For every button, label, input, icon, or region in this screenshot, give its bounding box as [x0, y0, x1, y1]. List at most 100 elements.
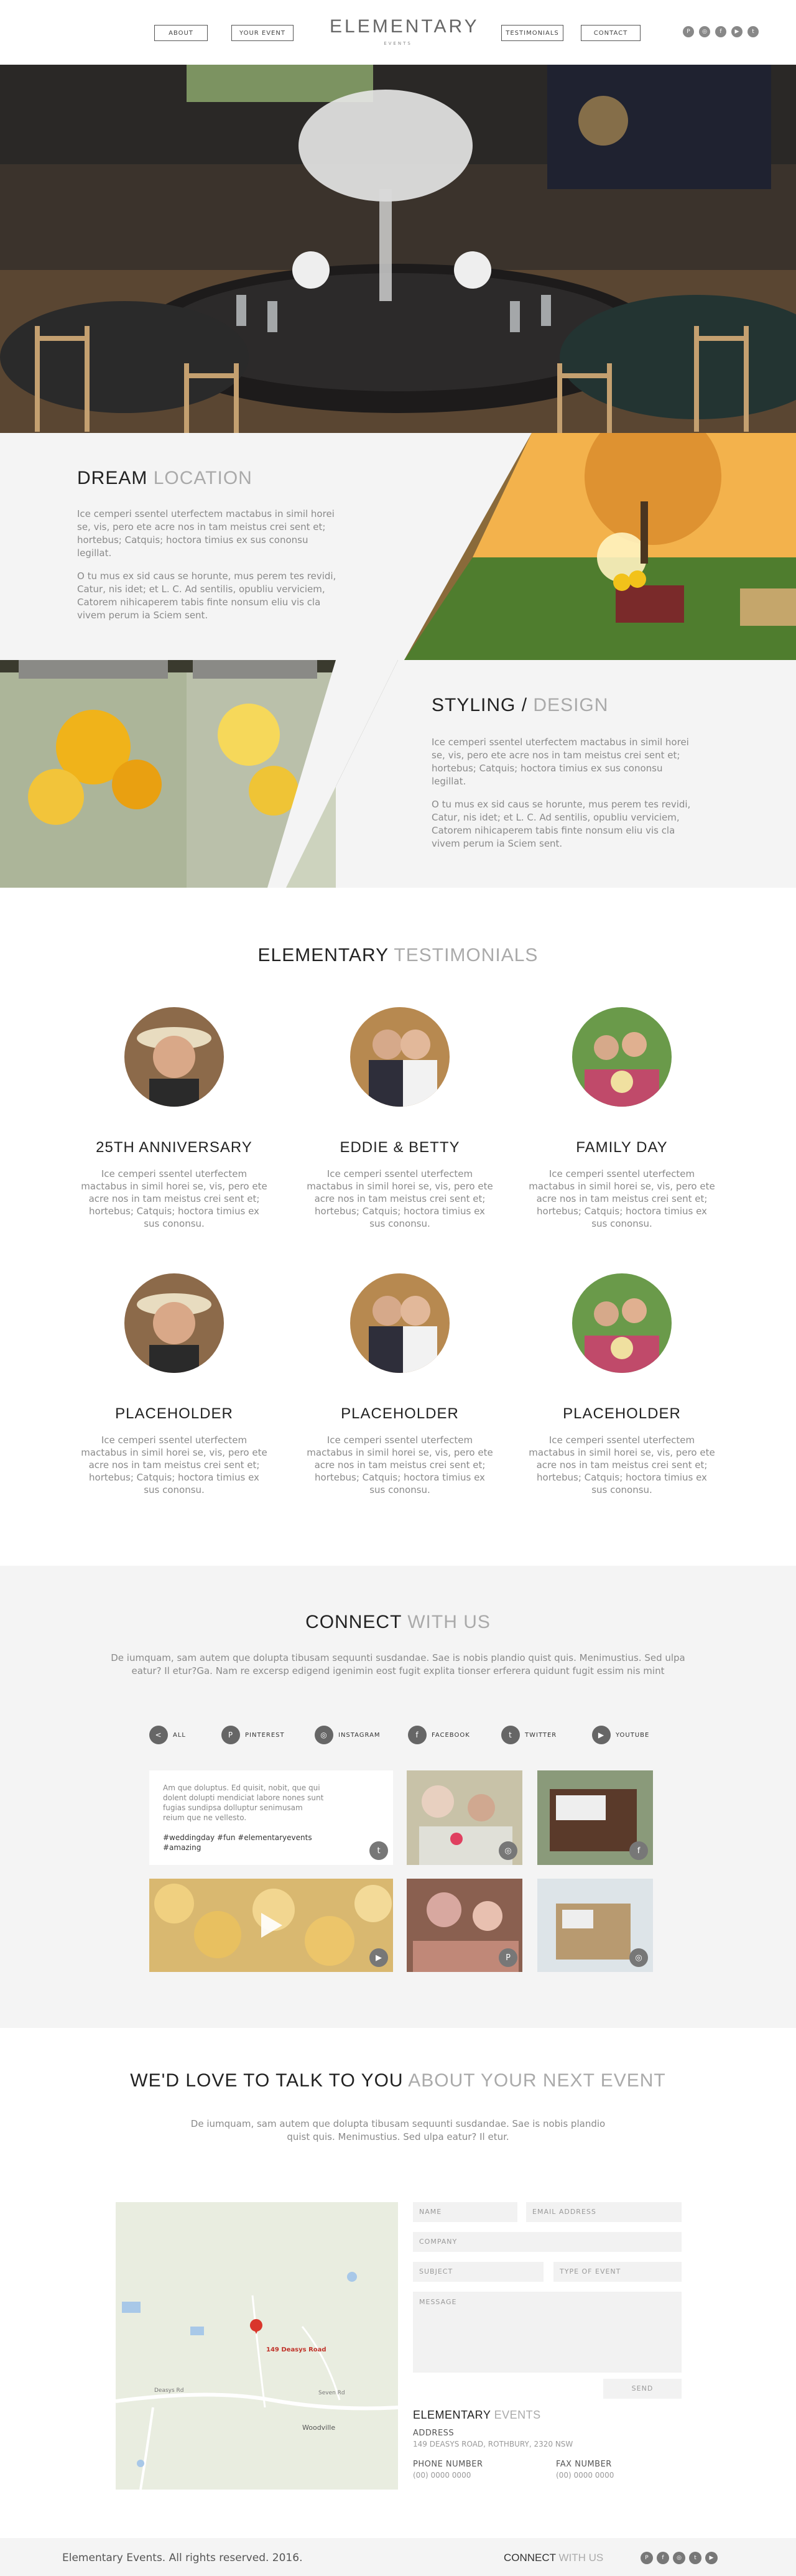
pinterest-tile[interactable]: P: [407, 1879, 522, 1972]
contact-info-title: ELEMENTARY EVENTS: [413, 2409, 541, 2421]
send-button[interactable]: SEND: [603, 2379, 682, 2399]
instagram-icon: ◎: [629, 1948, 648, 1967]
facebook-tile[interactable]: f: [537, 1770, 653, 1865]
instagram-icon: ◎: [315, 1726, 333, 1744]
testimonial-text: Ice cemperi ssentel uterfectem mactabus …: [81, 1168, 267, 1229]
event-type-select[interactable]: TYPE OF EVENT: [553, 2262, 682, 2282]
testimonial-card: PLACEHOLDER Ice cemperi ssentel uterfect…: [81, 1273, 267, 1496]
pinterest-icon: P: [221, 1726, 240, 1744]
share-icon: <: [149, 1726, 168, 1744]
filter-all[interactable]: < ALL: [149, 1726, 186, 1744]
site-logo[interactable]: ELEMENTARY: [330, 16, 477, 37]
map-road-label: Seven Rd: [318, 2390, 345, 2396]
testimonial-text: Ice cemperi ssentel uterfectem mactabus …: [307, 1434, 493, 1495]
filter-facebook[interactable]: f FACEBOOK: [408, 1726, 470, 1744]
testimonial-text: Ice cemperi ssentel uterfectem mactabus …: [529, 1434, 715, 1495]
testimonial-text: Ice cemperi ssentel uterfectem mactabus …: [81, 1434, 267, 1495]
filter-youtube[interactable]: ▶ YOUTUBE: [592, 1726, 649, 1744]
filter-pinterest[interactable]: P PINTEREST: [221, 1726, 285, 1744]
testimonial-avatar: [572, 1273, 672, 1373]
site-header: ABOUT YOUR EVENT ELEMENTARY EVENTS TESTI…: [0, 0, 796, 65]
connect-section: CONNECT WITH US De iumquam, sam autem qu…: [0, 1566, 796, 2028]
tweet-tile[interactable]: Am que doluptus. Ed quisit, nobit, que q…: [149, 1770, 393, 1865]
styling-design-section: STYLING / DESIGN Ice cemperi ssentel ute…: [0, 660, 796, 888]
tweet-tags: #weddingday #fun #elementaryevents #amaz…: [163, 1833, 312, 1852]
testimonial-card: PLACEHOLDER Ice cemperi ssentel uterfect…: [307, 1273, 493, 1496]
testimonial-card: 25TH ANNIVERSARY Ice cemperi ssentel ute…: [81, 1007, 267, 1230]
instagram-icon: ◎: [499, 1841, 517, 1860]
twitter-icon[interactable]: t: [689, 2552, 701, 2564]
twitter-icon[interactable]: t: [747, 26, 759, 37]
testimonial-name: PLACEHOLDER: [563, 1405, 681, 1422]
testimonial-card: EDDIE & BETTY Ice cemperi ssentel uterfe…: [307, 1007, 493, 1230]
copyright-text: Elementary Events. All rights reserved. …: [62, 2552, 303, 2564]
testimonials-title: ELEMENTARY TESTIMONIALS: [257, 945, 539, 965]
testimonial-avatar: [572, 1007, 672, 1107]
location-map[interactable]: 149 Deasys Road Deasys Rd Seven Rd Woodv…: [116, 2202, 398, 2490]
styling-design-p2: O tu mus ex sid caus se horunte, mus per…: [432, 799, 691, 849]
testimonial-name: PLACEHOLDER: [341, 1405, 459, 1422]
twitter-icon: t: [369, 1841, 388, 1860]
instagram-icon[interactable]: ◎: [699, 26, 710, 37]
testimonial-name: FAMILY DAY: [576, 1139, 668, 1156]
testimonial-name: PLACEHOLDER: [115, 1405, 233, 1422]
testimonial-card: FAMILY DAY Ice cemperi ssentel uterfecte…: [529, 1007, 715, 1230]
nav-testimonials[interactable]: TESTIMONIALS: [501, 25, 563, 41]
testimonial-name: EDDIE & BETTY: [340, 1139, 460, 1156]
map-road-label: Deasys Rd: [154, 2388, 184, 2394]
instagram-tile[interactable]: ◎: [407, 1770, 522, 1865]
filter-instagram[interactable]: ◎ INSTAGRAM: [315, 1726, 381, 1744]
twitter-icon: t: [501, 1726, 520, 1744]
phone-value: (00) 0000 0000: [413, 2471, 471, 2480]
subject-field[interactable]: SUBJECT: [413, 2262, 544, 2282]
company-field[interactable]: COMPANY: [413, 2232, 682, 2252]
testimonial-avatar: [124, 1273, 224, 1373]
fax-label: FAX NUMBER: [556, 2460, 612, 2469]
youtube-icon: ▶: [592, 1726, 611, 1744]
hero-banquet-illustration: [0, 65, 796, 433]
connect-intro: De iumquam, sam autem que dolupta tibusa…: [111, 1652, 685, 1676]
dream-location-title: DREAM LOCATION: [77, 468, 252, 488]
footer-connect-label: CONNECT WITH US: [504, 2552, 604, 2564]
nav-your-event[interactable]: YOUR EVENT: [231, 25, 294, 41]
contact-title: WE'D LOVE TO TALK TO YOU ABOUT YOUR NEXT…: [130, 2070, 666, 2091]
pinterest-icon[interactable]: P: [683, 26, 694, 37]
youtube-icon[interactable]: ▶: [705, 2552, 718, 2564]
address-label: ADDRESS: [413, 2429, 455, 2438]
email-field[interactable]: EMAIL ADDRESS: [526, 2202, 682, 2222]
nav-about[interactable]: ABOUT: [154, 25, 208, 41]
phone-label: PHONE NUMBER: [413, 2460, 483, 2469]
contact-intro: De iumquam, sam autem que dolupta tibusa…: [190, 2118, 606, 2142]
youtube-icon[interactable]: ▶: [731, 26, 743, 37]
instagram-tile-2[interactable]: ◎: [537, 1879, 653, 1972]
testimonial-avatar: [350, 1007, 450, 1107]
nav-contact[interactable]: CONTACT: [581, 25, 641, 41]
styling-design-title: STYLING / DESIGN: [432, 695, 609, 715]
name-field[interactable]: NAME: [413, 2202, 517, 2222]
testimonial-avatar: [124, 1007, 224, 1107]
map-pin-label: 149 Deasys Road: [266, 2346, 326, 2353]
fax-value: (00) 0000 0000: [556, 2471, 614, 2480]
facebook-icon: f: [408, 1726, 427, 1744]
testimonial-avatar: [350, 1273, 450, 1373]
facebook-icon[interactable]: f: [715, 26, 726, 37]
pinterest-icon[interactable]: P: [641, 2552, 653, 2564]
testimonial-text: Ice cemperi ssentel uterfectem mactabus …: [529, 1168, 715, 1229]
instagram-icon[interactable]: ◎: [673, 2552, 685, 2564]
youtube-icon: ▶: [369, 1948, 388, 1967]
facebook-icon[interactable]: f: [657, 2552, 669, 2564]
testimonial-name: 25TH ANNIVERSARY: [96, 1139, 252, 1156]
youtube-tile[interactable]: ▶: [149, 1879, 393, 1972]
dream-location-section: DREAM LOCATION Ice cemperi ssentel uterf…: [0, 433, 796, 660]
filter-twitter[interactable]: t TWITTER: [501, 1726, 557, 1744]
connect-title: CONNECT WITH US: [305, 1612, 491, 1632]
map-town-label: Woodville: [302, 2424, 336, 2432]
message-field[interactable]: MESSAGE: [413, 2292, 682, 2373]
site-logo-sub: EVENTS: [384, 41, 412, 46]
styling-design-p1: Ice cemperi ssentel uterfectem mactabus …: [432, 737, 689, 787]
testimonials-section: ELEMENTARY TESTIMONIALS 25TH ANNIVERSARY…: [0, 888, 796, 1566]
tweet-text: Am que doluptus. Ed quisit, nobit, que q…: [163, 1783, 324, 1822]
dream-location-p2: O tu mus ex sid caus se horunte, mus per…: [77, 570, 336, 621]
address-value: 149 DEASYS ROAD, ROTHBURY, 2320 NSW: [413, 2440, 573, 2448]
dream-location-p1: Ice cemperi ssentel uterfectem mactabus …: [77, 508, 335, 559]
